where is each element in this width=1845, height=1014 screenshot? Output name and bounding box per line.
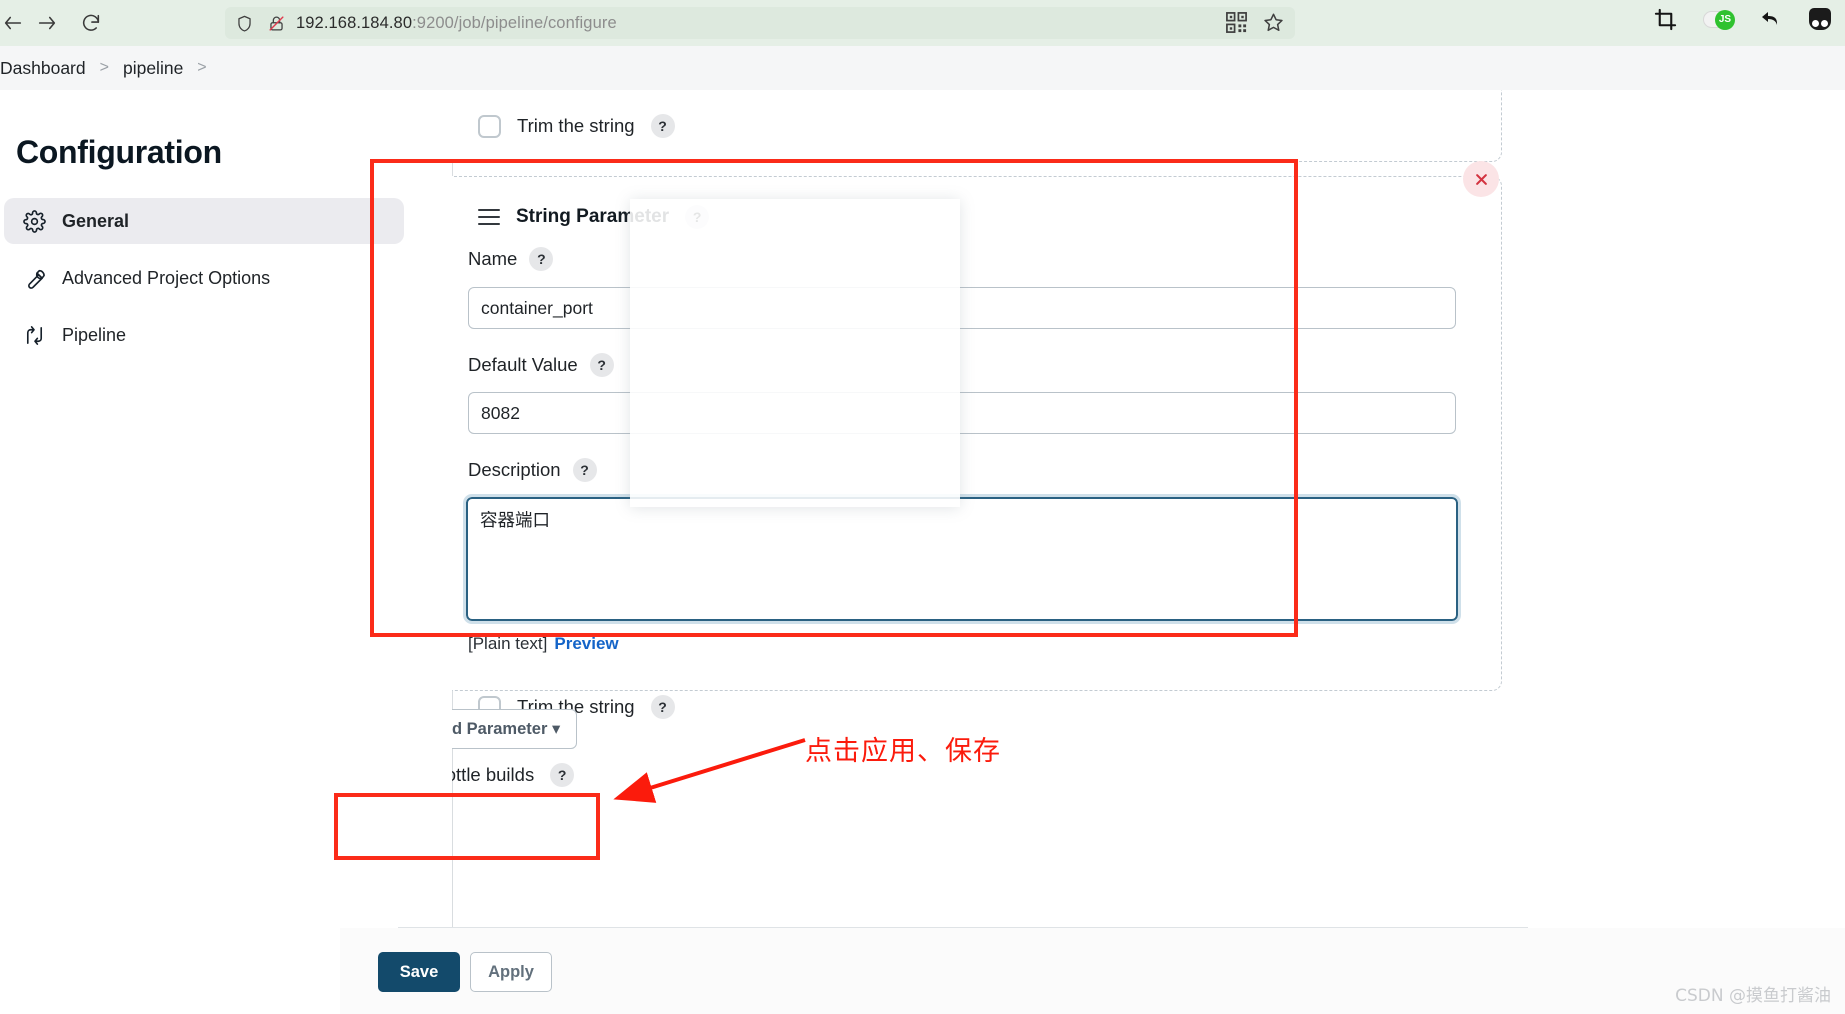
breadcrumb-separator: >: [99, 59, 109, 76]
annotation-box-parameter: [370, 159, 1298, 637]
star-icon[interactable]: [1262, 11, 1285, 34]
forward-arrow-icon[interactable]: [30, 6, 64, 40]
qr-code-icon[interactable]: [1225, 11, 1248, 34]
reload-icon[interactable]: [74, 6, 108, 40]
sidebar-item-label-advanced: Advanced Project Options: [62, 267, 271, 288]
annotation-box-save: [334, 793, 600, 860]
watermark: CSDN @摸鱼打酱油: [1675, 986, 1831, 1006]
add-parameter-button[interactable]: Add Parameter ▾: [452, 709, 578, 749]
sidebar-item-label-general: General: [62, 210, 130, 231]
sidebar-item-general[interactable]: General: [4, 198, 404, 244]
gear-icon: [22, 209, 46, 233]
crop-icon[interactable]: [1654, 8, 1677, 31]
remove-parameter-button[interactable]: [1463, 161, 1499, 197]
wrench-icon: [22, 266, 46, 290]
annotation-text: 点击应用、保存: [805, 736, 1001, 767]
apply-button[interactable]: Apply: [470, 952, 552, 992]
trim-the-string-label-top: Trim the string: [517, 115, 635, 136]
undo-arrow-icon[interactable]: [1759, 7, 1783, 31]
description-hint-row: [Plain text] Preview: [468, 634, 619, 654]
form-footer: [340, 928, 1845, 1014]
chevron-down-icon: ▾: [551, 720, 561, 738]
breadcrumb-item-dashboard[interactable]: Dashboard: [0, 58, 86, 79]
breadcrumb: Dashboard > pipeline >: [0, 46, 1845, 90]
preview-link[interactable]: Preview: [554, 634, 618, 654]
sidebar-item-advanced-project-options[interactable]: Advanced Project Options: [4, 255, 404, 301]
trim-the-string-row-top[interactable]: Trim the string ?: [478, 114, 675, 138]
back-arrow-icon[interactable]: [0, 6, 30, 40]
footer-divider: [398, 927, 1528, 928]
sidebar-menu: General Advanced Project Options Pipelin…: [4, 198, 404, 358]
sidebar-item-label-pipeline: Pipeline: [62, 324, 127, 345]
breadcrumb-separator-2: >: [197, 59, 207, 76]
url-bar[interactable]: 192.168.184.80:9200/job/pipeline/configu…: [225, 7, 1295, 39]
sidebar-item-pipeline[interactable]: Pipeline: [4, 312, 404, 358]
throttle-builds-label: Throttle builds: [452, 763, 535, 785]
help-icon-throttle[interactable]: ?: [550, 762, 575, 787]
trim-the-string-checkbox-top[interactable]: [478, 114, 501, 138]
parameter-group-above: Trim the string ?: [452, 90, 1502, 162]
save-button[interactable]: Save: [378, 952, 460, 992]
add-parameter-label: Add Parameter: [452, 720, 548, 738]
page-title: Configuration: [16, 134, 222, 170]
browser-extension-icons: [1654, 7, 1831, 31]
throttle-builds-row[interactable]: Throttle builds ?: [452, 762, 575, 787]
plain-text-label: [Plain text]: [468, 634, 548, 653]
help-icon-trim-bottom[interactable]: ?: [650, 695, 675, 719]
pipeline-icon: [22, 323, 46, 347]
shield-icon: [235, 14, 254, 33]
help-icon-trim-top[interactable]: ?: [650, 114, 675, 138]
insecure-lock-icon[interactable]: [267, 14, 286, 33]
browser-toolbar: 192.168.184.80:9200/job/pipeline/configu…: [0, 0, 1845, 46]
profile-icon[interactable]: [1809, 8, 1831, 30]
url-text: 192.168.184.80:9200/job/pipeline/configu…: [296, 13, 617, 32]
breadcrumb-item-pipeline[interactable]: pipeline: [123, 58, 183, 79]
javascript-toggle[interactable]: [1703, 9, 1735, 30]
